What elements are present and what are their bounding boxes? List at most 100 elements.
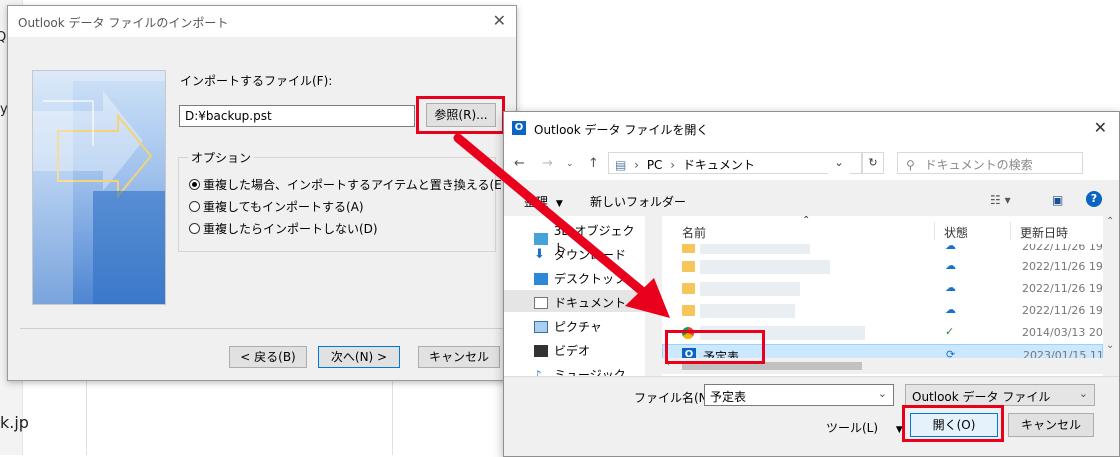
open-dialog-title: Outlook データ ファイルを開く [534,123,709,137]
folder-icon [682,305,695,316]
tools-menu[interactable]: ツール(L) ▼ [826,419,903,436]
back-arrow-icon[interactable]: ← [514,156,525,171]
nav-item-videos[interactable]: ビデオ [534,342,590,359]
option-skip-duplicates[interactable]: 重複したらインポートしない(D) [189,220,378,237]
options-title: オプション [188,149,255,166]
import-file-input[interactable] [179,105,415,127]
search-placeholder: ドキュメントの検索 [924,158,1033,172]
outlook-icon: O [512,121,526,135]
selected-file-highlight-box [665,330,765,364]
scroll-up-icon[interactable]: ⌃ [1106,216,1114,227]
folder-path-icon: ▤ [615,158,627,172]
folder-icon [682,261,695,272]
file-date: 2022/11/26 19 [1022,244,1103,253]
background-text-bottom: k.jp [0,413,29,432]
nav-item-pictures[interactable]: ピクチャ [534,318,602,335]
recent-chevron-icon[interactable]: ⌄ [566,159,574,169]
file-row[interactable]: ☁ 2022/11/26 19 [662,300,1103,322]
sort-up-icon: ⌃ [802,216,811,226]
path-separator-icon: › [634,158,639,172]
cloud-icon: ☁ [945,259,956,272]
browse-highlight-box [416,96,505,134]
column-header-name[interactable]: 名前 [682,224,706,241]
filetype-select[interactable]: Outlook データ ファイル ⌄ [905,384,1095,406]
option-label: 重複してもインポートする(A) [203,200,364,214]
file-row[interactable]: ☁ 2022/11/26 19 [662,278,1103,300]
filetype-value: Outlook データ ファイル [912,390,1051,404]
nav-item-label: ピクチャ [554,320,602,334]
chevron-down-icon[interactable]: ⌄ [878,387,887,400]
wizard-separator [20,328,504,329]
radio-selected-icon[interactable] [189,179,200,190]
close-icon[interactable]: ✕ [1094,118,1107,137]
path-separator-icon: › [670,158,676,172]
nav-item-desktop[interactable]: デスクトップ [534,270,626,287]
navigation-pane: 3D オブジェクト ⬇ ダウンロード デスクトップ ドキュメント ピクチャ ビデ… [504,216,645,376]
cloud-icon: ☁ [945,303,956,316]
picture-icon [534,320,548,333]
close-icon[interactable]: ✕ [493,11,506,30]
file-list-scrollbar[interactable]: ⌃ ⌄ [1103,216,1118,376]
up-arrow-icon[interactable]: ↑ [588,156,599,171]
dialog-separator [504,376,1119,377]
new-folder-button[interactable]: 新しいフォルダー [590,193,686,210]
wizard-title: Outlook データ ファイルのインポート [18,16,229,30]
nav-item-label: ビデオ [554,344,591,358]
filename-input[interactable]: 予定表 ⌄ [704,384,894,406]
dialog-toolbar: 整理 ▼ 新しいフォルダー ☷ ▾ ▣ ? [504,182,1119,216]
redacted-filename [700,304,795,318]
search-box[interactable]: ⚲ ドキュメントの検索 [897,152,1083,174]
option-replace-duplicates[interactable]: 重複した場合、インポートするアイテムと置き換える(E) [189,176,506,193]
next-button[interactable]: 次へ(N) > [318,346,400,368]
radio-icon[interactable] [189,223,200,234]
column-divider [1010,222,1011,240]
column-header-modified[interactable]: 更新日時 [1020,224,1068,241]
option-label: 重複した場合、インポートするアイテムと置き換える(E) [203,178,507,192]
file-date: 2022/11/26 19 [1022,282,1103,295]
nav-pane-scrollbar[interactable] [645,216,660,376]
dropdown-caret-icon: ▼ [555,199,563,209]
download-icon: ⬇ [534,246,545,262]
nav-item-downloads[interactable]: ⬇ ダウンロード [534,246,626,263]
organize-menu[interactable]: 整理 ▼ [524,193,563,210]
wizard-cancel-button[interactable]: キャンセル [418,346,500,368]
address-bar[interactable]: ▤ › PC › ドキュメント [608,152,862,174]
path-segment-pc[interactable]: PC [647,158,663,172]
view-options-icon[interactable]: ☷ ▾ [990,193,1011,207]
back-button[interactable]: < 戻る(B) [229,346,307,368]
refresh-icon[interactable]: ↻ [862,152,884,174]
folder-icon [682,244,695,253]
file-row[interactable]: ☁ 2022/11/26 19 [662,244,1103,254]
open-cancel-button[interactable]: キャンセル [1008,413,1094,437]
wizard-illustration [32,70,166,305]
nav-item-documents[interactable]: ドキュメント [534,294,626,311]
file-row[interactable]: ☁ 2022/11/26 19 [662,256,1103,278]
wizard-titlebar: Outlook データ ファイルのインポート ✕ [8,6,516,37]
forward-arrow-icon[interactable]: → [542,156,553,171]
option-label: 重複したらインポートしない(D) [203,222,378,236]
tools-label: ツール(L) [826,421,879,435]
open-file-dialog: O Outlook データ ファイルを開く ✕ ← → ⌄ ↑ ▤ › PC ›… [503,111,1120,457]
background-column-divider [86,380,87,455]
import-wizard-dialog: Outlook データ ファイルのインポート ✕ インポートするファイル(F):… [7,5,517,381]
scroll-down-icon[interactable]: ⌄ [1106,340,1114,351]
preview-pane-icon[interactable]: ▣ [1052,193,1063,207]
music-icon: ♪ [534,367,542,377]
nav-item-label: デスクトップ [554,272,627,286]
help-icon[interactable]: ? [1086,191,1102,207]
cube-icon [534,233,548,245]
nav-item-label: ドキュメント [554,296,627,310]
radio-icon[interactable] [189,201,200,212]
video-icon [534,344,548,357]
redacted-filename [700,282,800,296]
option-allow-duplicates[interactable]: 重複してもインポートする(A) [189,198,364,215]
import-file-label: インポートするファイル(F): [180,74,333,88]
path-segment-documents[interactable]: ドキュメント [683,158,755,172]
background-column-divider [392,380,393,455]
address-dropdown-icon[interactable]: ⌄ [828,153,850,175]
desktop-icon [534,272,548,285]
column-header-status[interactable]: 状態 [944,224,968,241]
file-date: 2022/11/26 19 [1022,260,1103,273]
nav-item-music[interactable]: ♪ ミュージック [534,366,626,376]
synced-check-icon: ✓ [945,325,955,338]
